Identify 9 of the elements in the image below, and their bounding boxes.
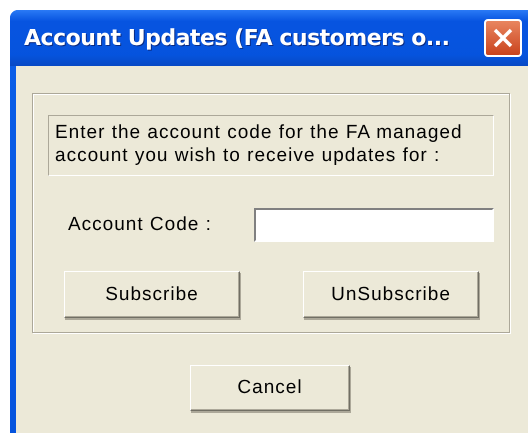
account-code-field[interactable] — [254, 208, 494, 242]
unsubscribe-button[interactable]: UnSubscribe — [303, 271, 479, 318]
account-code-label: Account Code : — [68, 214, 212, 236]
close-icon — [492, 27, 514, 49]
close-button[interactable] — [484, 19, 522, 57]
cancel-button[interactable]: Cancel — [190, 365, 350, 411]
instruction-text: Enter the account code for the FA managed account you wish to receive updates for : — [48, 115, 494, 176]
window-title: Account Updates (FA customers o... — [24, 26, 450, 50]
subscribe-button[interactable]: Subscribe — [64, 271, 240, 318]
